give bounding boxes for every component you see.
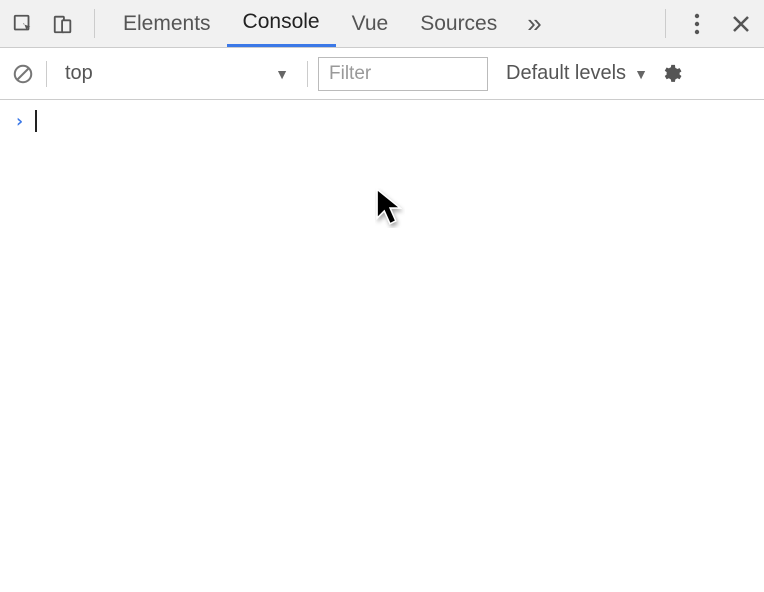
chevron-down-icon: ▼ (275, 66, 289, 82)
close-icon[interactable] (728, 11, 754, 37)
levels-select-label: Default levels (506, 62, 626, 85)
inspect-element-icon[interactable] (10, 11, 36, 37)
clear-console-icon[interactable] (10, 61, 36, 87)
separator (307, 61, 308, 87)
tab-overflow-icon[interactable]: » (513, 0, 555, 47)
tab-vue[interactable]: Vue (336, 0, 405, 47)
mouse-pointer-icon (375, 188, 405, 228)
toolbar-right-group (665, 9, 754, 37)
execution-context-select[interactable]: top ▼ (57, 62, 297, 85)
console-prompt[interactable]: › (14, 110, 750, 132)
tab-console[interactable]: Console (227, 0, 336, 47)
tab-strip: Elements Console Vue Sources » (107, 0, 665, 47)
console-output[interactable]: › (0, 100, 764, 142)
separator (46, 61, 47, 87)
toolbar-left-group (10, 9, 95, 37)
console-settings-icon[interactable] (658, 61, 684, 87)
toggle-device-icon[interactable] (50, 11, 76, 37)
console-subbar: top ▼ Default levels ▼ (0, 48, 764, 100)
main-toolbar: Elements Console Vue Sources » (0, 0, 764, 48)
log-levels-select[interactable]: Default levels ▼ (506, 62, 648, 85)
tab-elements[interactable]: Elements (107, 0, 227, 47)
context-select-label: top (65, 62, 93, 85)
chevron-down-icon: ▼ (634, 66, 648, 82)
filter-input[interactable] (318, 57, 488, 91)
text-cursor (35, 110, 37, 132)
tab-sources[interactable]: Sources (404, 0, 513, 47)
prompt-arrow-icon: › (14, 111, 25, 132)
kebab-menu-icon[interactable] (684, 11, 710, 37)
